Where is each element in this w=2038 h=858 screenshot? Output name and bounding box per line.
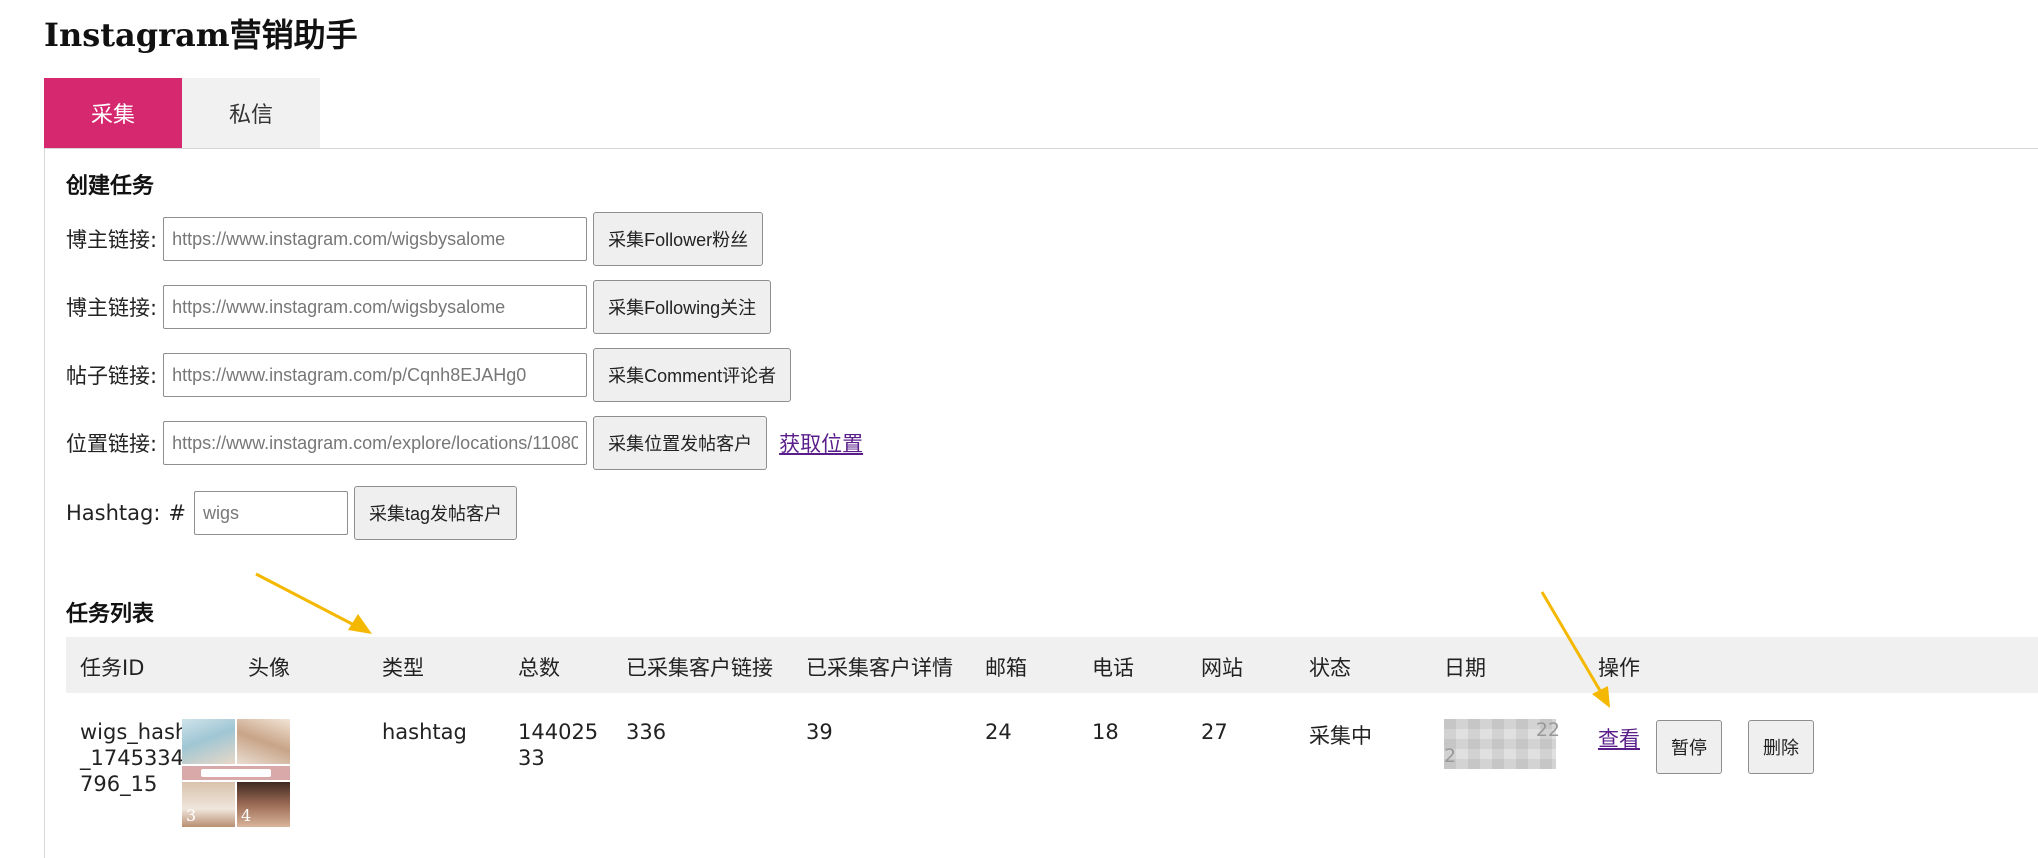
form-row-comment: 帖子链接: 采集Comment评论者: [66, 348, 792, 402]
avatar-number: 3: [186, 806, 197, 825]
date-cell-blurred: 22 2: [1444, 719, 1560, 769]
avatar-number: 4: [241, 806, 252, 825]
form-row-location: 位置链接: 采集位置发帖客户 获取位置: [66, 416, 863, 470]
task-list-title: 任务列表: [66, 602, 155, 627]
collect-location-button[interactable]: 采集位置发帖客户: [593, 416, 768, 470]
col-type: 类型: [382, 656, 424, 680]
type-cell: hashtag: [382, 720, 467, 744]
task-table-header: 任务ID 头像 类型 总数 已采集客户链接 已采集客户详情 邮箱 电话 网站 状…: [66, 637, 2038, 693]
collect-tag-button[interactable]: 采集tag发帖客户: [354, 486, 518, 540]
post-link-input[interactable]: [163, 353, 588, 397]
hash-symbol: #: [168, 501, 187, 525]
table-row: wigs_hashtag _1745334672 796_15 3 4 hash…: [66, 693, 2038, 849]
post-link-label: 帖子链接:: [66, 364, 158, 388]
collected-links-cell: 336: [626, 720, 667, 744]
collect-following-button[interactable]: 采集Following关注: [593, 280, 772, 334]
col-date: 日期: [1444, 656, 1486, 680]
date-fragment: 2: [1444, 745, 1457, 767]
blogger-link-label: 博主链接:: [66, 296, 158, 320]
collected-details-cell: 39: [806, 720, 833, 744]
get-location-link[interactable]: 获取位置: [779, 428, 863, 458]
total-line: 144025: [518, 720, 599, 744]
form-row-following: 博主链接: 采集Following关注: [66, 280, 772, 334]
col-status: 状态: [1309, 656, 1351, 680]
col-task-id: 任务ID: [80, 656, 145, 680]
delete-button[interactable]: 删除: [1748, 720, 1814, 774]
avatar-banner: [182, 766, 290, 780]
location-link-input[interactable]: [163, 421, 588, 465]
phone-cell: 18: [1092, 720, 1119, 744]
blogger-link-input-follower[interactable]: [163, 217, 588, 261]
avatar: 3 4: [182, 719, 290, 827]
pause-button[interactable]: 暂停: [1656, 720, 1722, 774]
col-collected-links: 已采集客户链接: [626, 656, 773, 680]
form-row-follower: 博主链接: 采集Follower粉丝: [66, 212, 764, 266]
blogger-link-input-following[interactable]: [163, 285, 588, 329]
hashtag-label: Hashtag:: [66, 501, 161, 525]
app-title: Instagram营销助手: [44, 16, 358, 54]
location-link-label: 位置链接:: [66, 432, 158, 456]
avatar-photo: 4: [237, 782, 290, 827]
website-cell: 27: [1201, 720, 1228, 744]
status-badge: 采集中: [1309, 724, 1372, 748]
avatar-photo: [182, 719, 235, 764]
blogger-link-label: 博主链接:: [66, 228, 158, 252]
avatar-photo: 3: [182, 782, 235, 827]
avatar-photo: [237, 719, 290, 764]
email-cell: 24: [985, 720, 1012, 744]
date-fragment: 22: [1535, 719, 1560, 741]
total-cell: 144025 33: [518, 719, 598, 771]
col-website: 网站: [1201, 656, 1243, 680]
hashtag-input[interactable]: [194, 491, 349, 535]
col-total: 总数: [518, 656, 560, 680]
total-line: 33: [518, 746, 545, 770]
form-row-hashtag: Hashtag: # 采集tag发帖客户: [66, 486, 518, 540]
collect-follower-button[interactable]: 采集Follower粉丝: [593, 212, 764, 266]
col-collected-details: 已采集客户详情: [806, 656, 953, 680]
collect-comment-button[interactable]: 采集Comment评论者: [593, 348, 792, 402]
view-link[interactable]: 查看: [1598, 723, 1640, 753]
col-actions: 操作: [1598, 656, 1640, 680]
tab-collect[interactable]: 采集: [44, 78, 182, 148]
create-task-title: 创建任务: [66, 174, 155, 199]
tab-messages[interactable]: 私信: [182, 78, 320, 148]
col-phone: 电话: [1092, 656, 1134, 680]
tab-bar: 采集 私信: [44, 78, 320, 148]
col-email: 邮箱: [985, 656, 1027, 680]
col-avatar: 头像: [248, 656, 290, 680]
